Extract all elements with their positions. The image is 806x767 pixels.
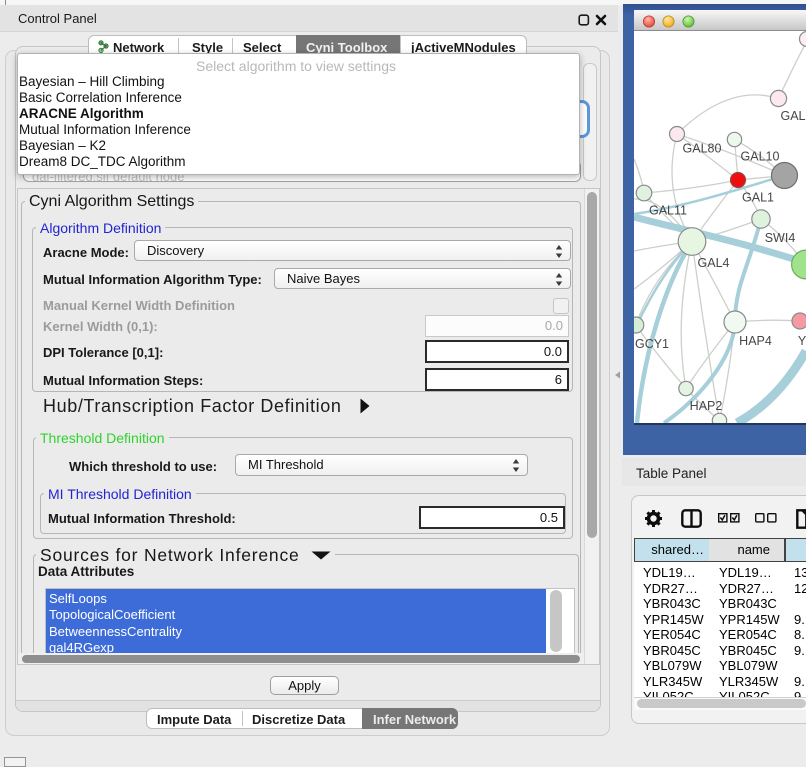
svg-text:HAP2: HAP2 bbox=[690, 399, 723, 413]
svg-text:GCY1: GCY1 bbox=[635, 337, 669, 351]
svg-text:GAL10: GAL10 bbox=[741, 150, 780, 164]
svg-text:GAL11: GAL11 bbox=[649, 204, 687, 218]
svg-text:Y: Y bbox=[798, 334, 806, 348]
svg-text:GAL80: GAL80 bbox=[683, 142, 722, 156]
svg-text:GAL1: GAL1 bbox=[742, 191, 774, 205]
svg-text:SWI4: SWI4 bbox=[765, 231, 796, 245]
svg-text:HAP4: HAP4 bbox=[739, 334, 772, 348]
svg-text:GAL2: GAL2 bbox=[781, 109, 806, 123]
svg-text:GAL4: GAL4 bbox=[698, 256, 730, 270]
